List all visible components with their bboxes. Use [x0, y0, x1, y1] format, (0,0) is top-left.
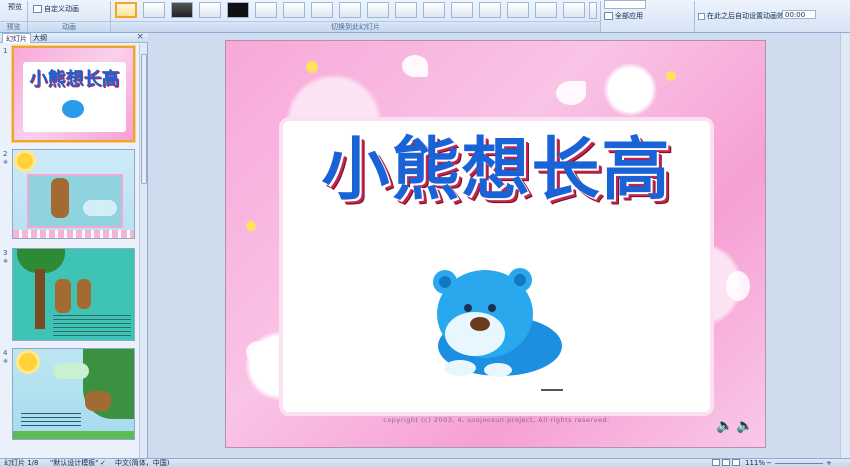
view-show-icon[interactable] [732, 459, 740, 466]
transition-none[interactable] [115, 2, 137, 18]
flower-shape [306, 61, 318, 73]
transition-cut-black[interactable] [227, 2, 249, 18]
text-block [21, 413, 81, 429]
transition-dissolve[interactable] [255, 2, 277, 18]
status-language: 中文(简体，中国) [115, 459, 170, 467]
slide-thumbnail-1[interactable]: 小熊想长高 [12, 46, 135, 142]
status-slide-info: 幻灯片 1/8 [4, 459, 39, 467]
transition-cut[interactable] [199, 2, 221, 18]
slide-copyright: copyright (c) 2003, 4, soojoosun project… [383, 416, 610, 424]
thumb-title: 小熊想长高 [29, 69, 120, 90]
speaker-icon[interactable]: 🔈 [716, 418, 733, 434]
text-block [53, 315, 131, 337]
flower-shape [246, 221, 256, 231]
tab-slides[interactable]: 幻灯片 [2, 33, 31, 43]
transition-fade[interactable] [143, 2, 165, 18]
auto-after-checkbox[interactable]: 在此之后自动设置动画效果: [698, 11, 793, 21]
bear-figure [85, 391, 111, 411]
cloud-shape [83, 200, 117, 216]
bear-figure [51, 178, 69, 218]
pane-tabs: 幻灯片 大纲 × [0, 32, 148, 43]
speaker-icon[interactable]: 🔈 [736, 418, 753, 434]
slides-pane-scrollbar[interactable] [139, 44, 147, 458]
zoom-slider[interactable] [775, 463, 823, 464]
slide-thumbnail-3[interactable] [12, 248, 135, 341]
flower-shape [666, 71, 676, 81]
transition-cover[interactable] [535, 2, 557, 18]
transition-push-left[interactable] [451, 2, 473, 18]
bear-illustration[interactable] [420, 264, 570, 384]
slide-content-panel: 小熊想长高 [283, 121, 710, 412]
transition-split[interactable] [395, 2, 417, 18]
butterfly-shape [402, 55, 428, 77]
custom-animation-button[interactable]: 自定义动画 [33, 4, 79, 14]
transition-wipe-down[interactable] [283, 2, 305, 18]
animation-star-icon: ✱ [3, 159, 9, 166]
transition-wipe-right[interactable] [339, 2, 361, 18]
canvas-scrollbar[interactable] [840, 33, 850, 458]
transition-push-down[interactable] [423, 2, 445, 18]
butterfly-shape [246, 341, 272, 363]
slide-thumbnail-2[interactable] [12, 149, 135, 239]
transition-uncover[interactable] [563, 2, 585, 18]
current-slide[interactable]: 小熊想长高 copyright (c) 2003, 4, soojoosun p… [225, 40, 766, 448]
butterfly-shape [726, 271, 750, 301]
transition-wipe-up[interactable] [367, 2, 389, 18]
apply-all-button[interactable]: 全部应用 [604, 11, 643, 21]
apply-all-icon [604, 12, 613, 20]
zoom-out-button[interactable]: − [766, 459, 772, 467]
bear-icon [62, 100, 84, 118]
ribbon: 预览 自定义动画 预览 动画 切换到此幻灯片 全部应用 在此之后自动设置动画效果… [0, 0, 850, 33]
view-normal-icon[interactable] [712, 459, 720, 466]
status-bar: 幻灯片 1/8 "默认设计模板" ✓ 中文(简体，中国) 111% − + [0, 458, 850, 467]
slide-number: 2 [3, 150, 8, 158]
animation-star-icon: ✱ [3, 258, 9, 265]
slide-number: 4 [3, 349, 8, 357]
checkbox-icon [698, 12, 705, 20]
animation-star-icon: ✱ [3, 358, 9, 365]
animation-icon [33, 5, 42, 13]
sun-icon [17, 153, 33, 169]
bear-figure [55, 279, 71, 313]
transition-push-up[interactable] [507, 2, 529, 18]
transition-fade-black[interactable] [171, 2, 193, 18]
preview-button[interactable]: 预览 [8, 2, 22, 12]
group-transition-label: 切换到此幻灯片 [111, 21, 600, 32]
transition-push-right[interactable] [479, 2, 501, 18]
auto-after-time-field[interactable]: 00:00 [782, 10, 816, 19]
speech-bubble [53, 363, 89, 379]
speed-field[interactable] [604, 0, 646, 9]
view-sorter-icon[interactable] [722, 459, 730, 466]
slide-title[interactable]: 小熊想长高 [283, 131, 710, 211]
status-zoom: 111% [745, 459, 766, 467]
slide-thumbnail-4[interactable] [12, 348, 135, 440]
tab-outline[interactable]: 大纲 [30, 33, 50, 43]
slide-canvas: 小熊想长高 copyright (c) 2003, 4, soojoosun p… [149, 33, 840, 458]
slide-number: 1 [3, 47, 8, 55]
butterfly-shape [556, 81, 586, 105]
slide-number: 3 [3, 249, 8, 257]
zoom-in-button[interactable]: + [826, 459, 832, 467]
spell-check-icon[interactable]: ✓ [100, 459, 106, 467]
bear-figure [77, 279, 91, 309]
group-animation-label: 动画 [28, 21, 110, 32]
group-preview-label: 预览 [0, 21, 27, 32]
slides-pane: 幻灯片 大纲 × 1 小熊想长高 2 ✱ 3 ✱ 4 ✱ [0, 32, 148, 458]
sun-icon [19, 353, 37, 371]
status-theme: "默认设计模板" [50, 459, 99, 467]
close-icon[interactable]: × [136, 32, 144, 42]
gallery-scroll[interactable] [589, 2, 597, 19]
transition-wipe-left[interactable] [311, 2, 333, 18]
